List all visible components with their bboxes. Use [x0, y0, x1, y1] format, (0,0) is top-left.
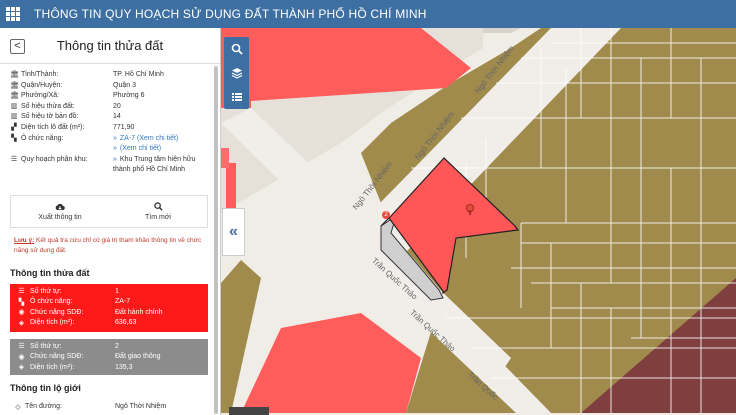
disclaimer-note: Lưu ý: Kết quả tra cứu chỉ có giá trị th…: [14, 237, 202, 254]
cloud-download-icon: [55, 203, 65, 210]
layers-icon[interactable]: [224, 61, 249, 85]
back-button[interactable]: <: [10, 39, 25, 54]
globe-icon: ◉: [18, 353, 25, 361]
app-title: THÔNG TIN QUY HOẠCH SỬ DỤNG ĐẤT THÀNH PH…: [34, 7, 427, 21]
map-icon: ▥: [10, 102, 18, 110]
panel-title: Thông tin thửa đất: [56, 38, 164, 53]
info-row-ward: 🏛 Phường/Xã: Phường 6: [10, 91, 208, 102]
grid-icon[interactable]: [6, 7, 20, 21]
info-row-parcel-number: ▥ Số hiệu thửa đất: 20: [10, 102, 208, 113]
bank-icon: 🏛: [10, 81, 19, 89]
map-icon: ▥: [10, 113, 18, 121]
panel-header: < Thông tin thửa đất: [0, 28, 220, 64]
land-use-card-2: ☰ Số thứ tự: 2 ◉ Chức năng SDĐ: Đất giao thô…: [10, 339, 208, 375]
info-row-district: 🏛 Quận/Huyện: Quận 3: [10, 81, 208, 92]
section-title-parcel: Thông tin thửa đất: [10, 268, 90, 278]
list-icon[interactable]: [224, 85, 249, 109]
new-search-button[interactable]: Tìm mới: [109, 196, 207, 227]
parcel-info-list: 🏛 Tỉnh/Thành: TP. Hồ Chí Minh 🏛 Quận/Huy…: [10, 70, 208, 176]
globe-icon: ◉: [18, 309, 25, 317]
function-link[interactable]: (Xem chi tiết): [120, 145, 161, 152]
info-row-zoning: ☰ Quy hoạch phân khu: » Khu Trung tâm hiệ…: [10, 155, 196, 174]
marker-pin[interactable]: 2: [382, 211, 390, 219]
list-icon: ☰: [18, 343, 25, 351]
chevron-icon: »: [113, 134, 117, 142]
area-icon: ◈: [18, 319, 25, 327]
function-link[interactable]: ZA-7 (Xem chi tiết): [120, 135, 178, 142]
road-name-row: ◇ Tên đường: Ngô Thời Nhiệm: [14, 403, 208, 414]
list-icon: ☰: [10, 155, 18, 163]
info-row-sheet-number: ▥ Số hiệu tờ bản đồ: 14: [10, 112, 208, 123]
list-icon: ☰: [18, 288, 25, 296]
zoning-value: Khu Trung tâm hiện hữu thành phố Hồ Chí …: [113, 155, 196, 174]
search-icon: [153, 202, 163, 211]
checker-icon: ▚: [11, 134, 17, 142]
road-icon: ◇: [15, 404, 21, 411]
chevron-icon: »: [113, 145, 117, 153]
area-icon: ◈: [18, 364, 25, 372]
parcel-info-panel: < Thông tin thửa đất 🏛 Tỉnh/Thành: TP. H…: [0, 28, 221, 415]
info-row-province: 🏛 Tỉnh/Thành: TP. Hồ Chí Minh: [10, 70, 208, 81]
info-row-area: ▞ Diện tích lô đất (m²): 771,90: [10, 123, 208, 134]
marker-label: 1: [468, 210, 472, 217]
land-use-card-1: ☰ Số thứ tự: 1 ▚ Ô chức năng: ZA-7 ◉ Chức năn…: [10, 284, 208, 332]
section-title-road: Thông tin lộ giới: [10, 383, 81, 393]
panel-scrollbar[interactable]: [214, 66, 218, 415]
bank-icon: 🏛: [10, 71, 19, 78]
top-bar: THÔNG TIN QUY HOẠCH SỬ DỤNG ĐẤT THÀNH PH…: [0, 0, 736, 28]
chevron-icon: »: [113, 155, 117, 163]
checker-icon: ▚: [18, 298, 25, 306]
bank-icon: 🏛: [10, 92, 19, 100]
info-row-function: ▚ Ô chức năng: » ZA-7 (Xem chi tiết) » (Xe…: [11, 134, 179, 153]
basemap-thumbnail[interactable]: [229, 407, 269, 415]
export-button[interactable]: Xuất thông tin: [11, 196, 109, 227]
map-canvas[interactable]: Ngô Thời Nhiệm Ngô Thời Nhiệm Ngô Thời N…: [221, 28, 736, 415]
collapse-panel-button[interactable]: «: [222, 208, 245, 256]
action-bar: Xuất thông tin Tìm mới: [10, 195, 208, 228]
search-icon[interactable]: [224, 37, 249, 61]
map-toolbar: [224, 37, 249, 109]
area-icon: ▞: [11, 123, 17, 131]
